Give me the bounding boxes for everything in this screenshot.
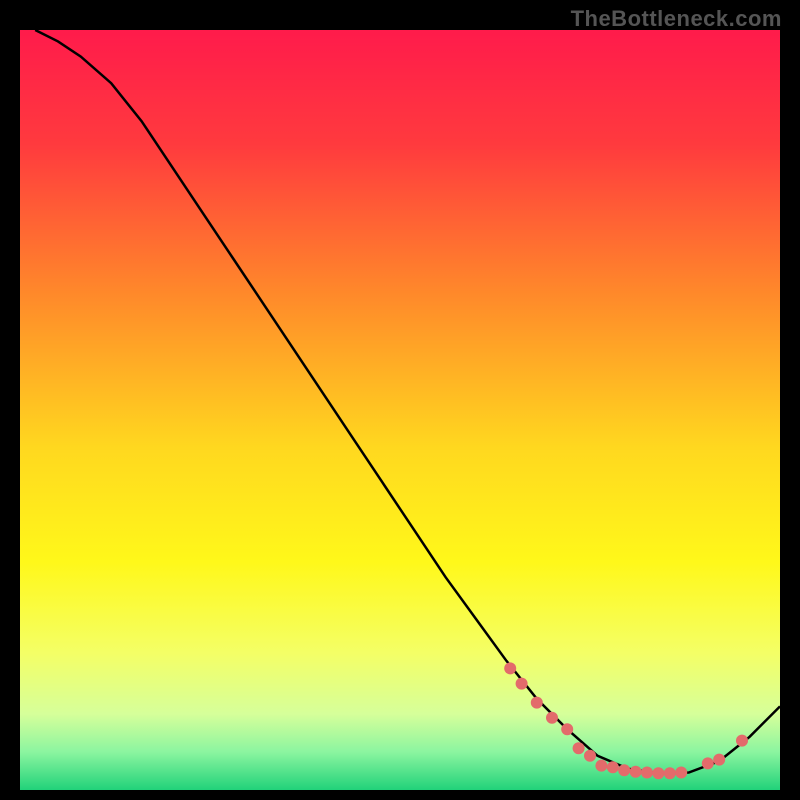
data-point xyxy=(546,712,558,724)
data-point xyxy=(573,742,585,754)
data-point xyxy=(516,678,528,690)
data-point xyxy=(561,723,573,735)
data-point xyxy=(584,750,596,762)
data-point xyxy=(595,760,607,772)
data-point xyxy=(664,767,676,779)
plot-frame xyxy=(20,30,780,790)
data-point xyxy=(702,757,714,769)
data-point xyxy=(652,767,664,779)
data-point xyxy=(641,767,653,779)
watermark-text: TheBottleneck.com xyxy=(571,6,782,32)
data-point xyxy=(607,761,619,773)
data-point xyxy=(531,697,543,709)
data-point xyxy=(504,662,516,674)
data-point xyxy=(630,766,642,778)
data-point xyxy=(736,735,748,747)
gradient-background xyxy=(20,30,780,790)
chart-container: TheBottleneck.com xyxy=(0,0,800,800)
data-point xyxy=(618,764,630,776)
data-point xyxy=(713,754,725,766)
data-point xyxy=(675,767,687,779)
plot-svg xyxy=(20,30,780,790)
